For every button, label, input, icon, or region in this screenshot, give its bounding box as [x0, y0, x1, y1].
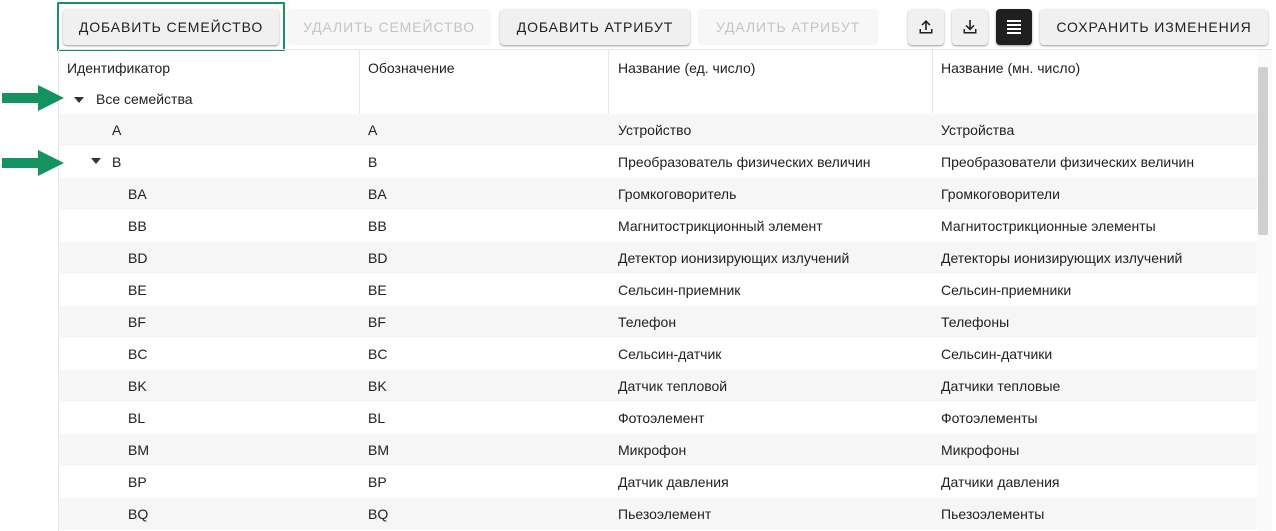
cell-plural: Фотоэлементы — [941, 410, 1038, 426]
cell-singular: Детектор ионизирующих излучений — [618, 250, 850, 266]
expand-caret-icon[interactable] — [91, 158, 101, 164]
cell-id: BL — [128, 410, 146, 426]
cell-plural: Магнитострикционные элементы — [941, 218, 1156, 234]
column-header-code[interactable]: Обозначение — [368, 50, 455, 114]
families-table: Идентификатор Обозначение Название (ед. … — [58, 49, 1272, 531]
upload-icon — [919, 20, 933, 34]
table-row[interactable]: BA BA Громкоговоритель Громкоговорители — [59, 178, 1257, 210]
cell-code: BD — [368, 250, 388, 266]
table-row[interactable]: BB BB Магнитострикционный элемент Магнит… — [59, 210, 1257, 242]
cell-id: BP — [128, 474, 147, 490]
table-row[interactable]: BD BD Детектор ионизирующих излучений Де… — [59, 242, 1257, 274]
cell-plural: Микрофоны — [941, 442, 1020, 458]
cell-code: BC — [368, 346, 388, 362]
cell-code: BA — [368, 186, 387, 202]
download-button[interactable] — [952, 9, 988, 45]
cell-plural: Детекторы ионизирующих излучений — [941, 250, 1183, 266]
cell-plural: Сельсин-датчики — [941, 346, 1053, 362]
table-row[interactable]: B B Преобразователь физических величин П… — [59, 146, 1257, 178]
cell-singular: Датчик тепловой — [618, 378, 728, 394]
cell-singular: Фотоэлемент — [618, 410, 705, 426]
table-row[interactable]: BF BF Телефон Телефоны — [59, 306, 1257, 338]
table-row[interactable]: BQ BQ Пьезоэлемент Пьезоэлементы — [59, 498, 1257, 530]
cell-code: A — [368, 122, 378, 138]
cell-plural: Пьезоэлементы — [941, 506, 1045, 522]
upload-button[interactable] — [908, 9, 944, 45]
cell-plural: Устройства — [941, 122, 1015, 138]
add-attribute-button[interactable]: ДОБАВИТЬ АТРИБУТ — [500, 9, 690, 45]
cell-plural: Сельсин-приемники — [941, 282, 1072, 298]
table-row[interactable]: BK BK Датчик тепловой Датчики тепловые — [59, 370, 1257, 402]
table-header: Идентификатор Обозначение Название (ед. … — [59, 50, 1257, 114]
cell-plural: Датчики тепловые — [941, 378, 1061, 394]
column-divider — [359, 50, 360, 114]
cell-code: BL — [368, 410, 386, 426]
cell-code: BQ — [368, 506, 389, 522]
list-view-button[interactable] — [996, 9, 1032, 45]
cell-singular: Устройство — [618, 122, 692, 138]
cell-code: B — [368, 154, 378, 170]
add-family-button[interactable]: ДОБАВИТЬ СЕМЕЙСТВО — [63, 9, 279, 45]
cell-id: BA — [128, 186, 147, 202]
cell-singular: Микрофон — [618, 442, 687, 458]
tree-root-label[interactable]: Все семейства — [96, 91, 193, 107]
table-row[interactable]: BM BM Микрофон Микрофоны — [59, 434, 1257, 466]
table-row[interactable]: BP BP Датчик давления Датчики давления — [59, 466, 1257, 498]
cell-id: BK — [128, 378, 147, 394]
delete-family-button[interactable]: УДАЛИТЬ СЕМЕЙСТВО — [287, 9, 491, 45]
cell-code: BM — [368, 442, 389, 458]
cell-code: BF — [368, 314, 386, 330]
cell-singular: Пьезоэлемент — [618, 506, 712, 522]
scrollbar-thumb[interactable] — [1258, 67, 1268, 235]
cell-id: BB — [128, 218, 147, 234]
cell-id: BE — [128, 282, 147, 298]
column-divider — [932, 50, 933, 114]
download-icon — [963, 20, 977, 34]
table-row[interactable]: BE BE Сельсин-приемник Сельсин-приемники — [59, 274, 1257, 306]
cell-singular: Магнитострикционный элемент — [618, 218, 823, 234]
expand-caret-icon[interactable] — [74, 97, 84, 103]
save-changes-button[interactable]: СОХРАНИТЬ ИЗМЕНЕНИЯ — [1040, 9, 1268, 45]
column-header-singular[interactable]: Название (ед. число) — [618, 50, 755, 114]
cell-plural: Телефоны — [941, 314, 1010, 330]
cell-id: BF — [128, 314, 146, 330]
table-row[interactable]: BL BL Фотоэлемент Фотоэлементы — [59, 402, 1257, 434]
cell-plural: Преобразователи физических величин — [941, 154, 1195, 170]
cell-singular: Телефон — [618, 314, 677, 330]
cell-singular: Датчик давления — [618, 474, 729, 490]
cell-singular: Сельсин-приемник — [618, 282, 741, 298]
cell-id: BC — [128, 346, 148, 362]
cell-id: BD — [128, 250, 148, 266]
table-row[interactable]: BC BC Сельсин-датчик Сельсин-датчики — [59, 338, 1257, 370]
cell-code: BP — [368, 474, 387, 490]
delete-attribute-button[interactable]: УДАЛИТЬ АТРИБУТ — [698, 9, 878, 45]
cell-id: BM — [128, 442, 149, 458]
cell-id: BQ — [128, 506, 149, 522]
annotation-arrow-icon — [2, 150, 64, 176]
list-icon — [1007, 20, 1021, 34]
table-row[interactable]: A A Устройство Устройства — [59, 114, 1257, 146]
cell-singular: Сельсин-датчик — [618, 346, 722, 362]
cell-singular: Громкоговоритель — [618, 186, 737, 202]
cell-code: BK — [368, 378, 387, 394]
cell-plural: Громкоговорители — [941, 186, 1060, 202]
cell-code: BB — [368, 218, 387, 234]
cell-id: A — [112, 122, 122, 138]
cell-id: B — [112, 154, 122, 170]
cell-singular: Преобразователь физических величин — [618, 154, 871, 170]
column-divider — [608, 50, 609, 114]
column-header-plural[interactable]: Название (мн. число) — [941, 50, 1080, 114]
annotation-arrow-icon — [2, 85, 64, 111]
cell-code: BE — [368, 282, 387, 298]
cell-plural: Датчики давления — [941, 474, 1060, 490]
